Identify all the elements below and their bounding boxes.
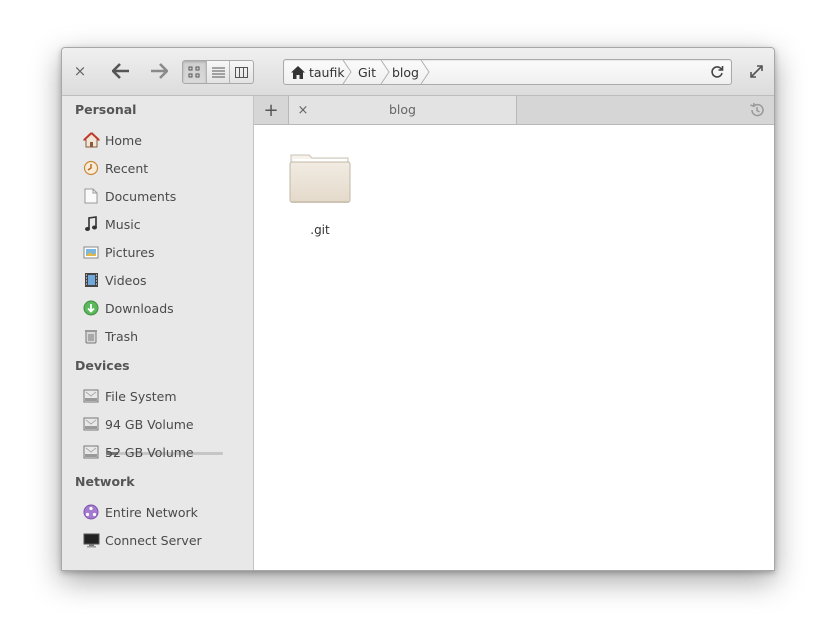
sidebar-item-connect-server[interactable]: Connect Server: [82, 528, 247, 552]
header-bar: × taufik Git blog: [62, 48, 774, 96]
sidebar-item-file-system[interactable]: File System: [82, 384, 247, 408]
sidebar-item-entire-network[interactable]: Entire Network: [82, 500, 247, 524]
forward-button[interactable]: [148, 60, 170, 82]
home-icon: [82, 131, 100, 149]
sidebar-item-52gb-volume[interactable]: 52 GB Volume: [82, 440, 247, 464]
breadcrumb-separator: [420, 60, 430, 84]
icon-view-button[interactable]: [183, 61, 207, 83]
column-view-button[interactable]: [230, 61, 253, 83]
drive-icon: [82, 443, 100, 461]
sidebar-item-label: Downloads: [105, 300, 174, 316]
drive-icon: [82, 387, 100, 405]
video-icon: [82, 271, 100, 289]
history-icon: [750, 102, 764, 117]
sidebar-item-label: 94 GB Volume: [105, 416, 194, 432]
sidebar: Personal Home Recent Documents Music Pic…: [62, 96, 254, 570]
icon-view-icon: [188, 66, 200, 78]
file-view[interactable]: .git: [254, 125, 774, 570]
reload-icon: [711, 66, 724, 78]
file-name: .git: [310, 223, 330, 237]
closed-tabs-history-button[interactable]: [748, 101, 766, 119]
fullscreen-button[interactable]: [746, 61, 766, 81]
reload-button[interactable]: [707, 62, 727, 82]
sidebar-item-label: Videos: [105, 272, 147, 288]
breadcrumb-git[interactable]: Git: [358, 60, 376, 84]
column-view-icon: [235, 66, 249, 78]
sidebar-item-documents[interactable]: Documents: [82, 184, 247, 208]
sidebar-item-label: Documents: [105, 188, 177, 204]
sidebar-item-94gb-volume[interactable]: 94 GB Volume: [82, 412, 247, 436]
arrow-left-icon: [112, 63, 129, 79]
sidebar-item-label: Pictures: [105, 244, 155, 260]
sidebar-item-label: Home: [105, 132, 142, 148]
sidebar-item-label: Connect Server: [105, 532, 202, 548]
breadcrumb-separator: [380, 60, 390, 84]
sidebar-item-recent[interactable]: Recent: [82, 156, 247, 180]
sidebar-item-label: Recent: [105, 160, 149, 176]
trash-icon: [82, 327, 100, 345]
list-view-icon: [211, 67, 225, 77]
view-mode-switcher: [182, 60, 254, 84]
document-icon: [82, 187, 100, 205]
download-icon: [82, 299, 100, 317]
sidebar-item-label: Entire Network: [105, 504, 198, 520]
breadcrumb-separator: [342, 60, 352, 84]
tab-blog[interactable]: × blog: [288, 96, 517, 124]
drive-icon: [82, 415, 100, 433]
sidebar-section-personal: Personal: [75, 102, 137, 117]
file-manager-window: × taufik Git blog Personal Home Recent D…: [61, 47, 775, 571]
recent-icon: [82, 159, 100, 177]
arrow-right-icon: [151, 63, 168, 79]
sidebar-item-videos[interactable]: Videos: [82, 268, 247, 292]
expand-icon: [749, 64, 763, 78]
sidebar-item-label: 52 GB Volume: [105, 444, 194, 460]
breadcrumb-home[interactable]: taufik: [290, 60, 345, 84]
sidebar-item-downloads[interactable]: Downloads: [82, 296, 247, 320]
breadcrumb-label: blog: [392, 64, 419, 80]
file-item[interactable]: .git: [282, 149, 358, 239]
sidebar-item-trash[interactable]: Trash: [82, 324, 247, 348]
music-icon: [82, 215, 100, 233]
back-button[interactable]: [110, 60, 132, 82]
breadcrumb-blog[interactable]: blog: [392, 60, 419, 84]
list-view-button[interactable]: [207, 61, 231, 83]
monitor-icon: [82, 531, 100, 549]
sidebar-item-label: Music: [105, 216, 141, 232]
sidebar-section-devices: Devices: [75, 358, 130, 373]
folder-icon: [289, 154, 351, 203]
home-icon: [291, 65, 305, 79]
sidebar-item-label: Trash: [105, 328, 139, 344]
breadcrumb-label: Git: [358, 64, 377, 80]
sidebar-item-pictures[interactable]: Pictures: [82, 240, 247, 264]
network-icon: [82, 503, 100, 521]
breadcrumb-label: taufik: [309, 64, 345, 80]
sidebar-section-network: Network: [75, 474, 135, 489]
sidebar-item-label: File System: [105, 388, 177, 404]
sidebar-item-music[interactable]: Music: [82, 212, 247, 236]
location-bar[interactable]: taufik Git blog: [283, 59, 732, 85]
tab-label: blog: [389, 102, 416, 117]
new-tab-button[interactable]: +: [254, 96, 289, 124]
tab-bar: + × blog: [254, 96, 774, 125]
close-window-button[interactable]: ×: [70, 60, 90, 82]
pictures-icon: [82, 243, 100, 261]
sidebar-item-home[interactable]: Home: [82, 128, 247, 152]
